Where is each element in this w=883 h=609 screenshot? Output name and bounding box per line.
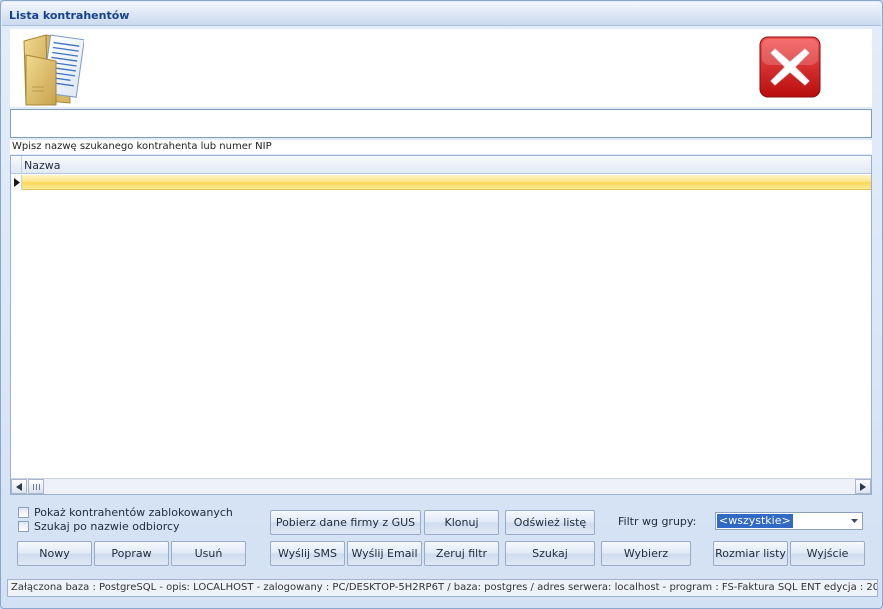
send-sms-button[interactable]: Wyślij SMS <box>270 541 345 566</box>
delete-button[interactable]: Usuń <box>171 541 246 566</box>
title-bar: Lista kontrahentów <box>2 2 881 26</box>
scroll-left-button[interactable] <box>11 479 27 494</box>
search-by-receiver-label: Szukaj po nazwie odbiorcy <box>34 520 180 533</box>
search-input[interactable] <box>10 109 872 138</box>
show-blocked-label: Pokaż kontrahentów zablokowanych <box>34 506 233 519</box>
horizontal-scrollbar[interactable] <box>11 478 871 494</box>
new-button[interactable]: Nowy <box>17 541 92 566</box>
search-by-receiver-checkbox[interactable]: Szukaj po nazwie odbiorcy <box>18 520 180 533</box>
grid-corner <box>11 156 22 174</box>
table-row[interactable] <box>22 175 871 190</box>
group-filter-label: Filtr wg grupy: <box>618 515 697 528</box>
header-panel <box>10 29 872 107</box>
chevron-down-icon <box>851 519 858 523</box>
scroll-right-button[interactable] <box>855 479 871 494</box>
gus-data-button[interactable]: Pobierz dane firmy z GUS <box>270 510 421 535</box>
grid-header: Nazwa <box>11 156 871 174</box>
status-bar: Załączona baza : PostgreSQL - opis: LOCA… <box>7 579 878 597</box>
select-button[interactable]: Wybierz <box>601 541 691 566</box>
edit-button[interactable]: Popraw <box>94 541 169 566</box>
contractors-window: Lista kontrahentów Wpisz nazwę szukanego… <box>0 0 883 609</box>
list-size-button[interactable]: Rozmiar listy <box>713 541 788 566</box>
column-header-name[interactable]: Nazwa <box>24 159 60 172</box>
search-hint: Wpisz nazwę szukanego kontrahenta lub nu… <box>10 140 872 154</box>
scroll-thumb[interactable] <box>28 479 44 494</box>
row-pointer-icon <box>14 178 20 187</box>
show-blocked-checkbox[interactable]: Pokaż kontrahentów zablokowanych <box>18 506 233 519</box>
refresh-list-button[interactable]: Odśwież listę <box>505 510 595 535</box>
reset-filter-button[interactable]: Zeruj filtr <box>424 541 499 566</box>
scroll-left-arrow-icon <box>16 483 22 491</box>
contractors-grid: Nazwa <box>10 155 872 495</box>
window-title: Lista kontrahentów <box>9 9 130 22</box>
checkbox-box[interactable] <box>18 507 29 518</box>
clone-button[interactable]: Klonuj <box>424 510 499 535</box>
search-button[interactable]: Szukaj <box>505 541 595 566</box>
folder-documents-icon <box>23 34 84 106</box>
group-filter-value: <wszystkie> <box>717 514 793 528</box>
send-email-button[interactable]: Wyślij Email <box>347 541 422 566</box>
group-filter-select[interactable]: <wszystkie> <box>715 512 863 530</box>
close-icon[interactable] <box>758 35 822 99</box>
checkbox-box[interactable] <box>18 521 29 532</box>
scroll-right-arrow-icon <box>860 483 866 491</box>
row-indicator <box>11 175 22 190</box>
exit-button[interactable]: Wyjście <box>790 541 865 566</box>
